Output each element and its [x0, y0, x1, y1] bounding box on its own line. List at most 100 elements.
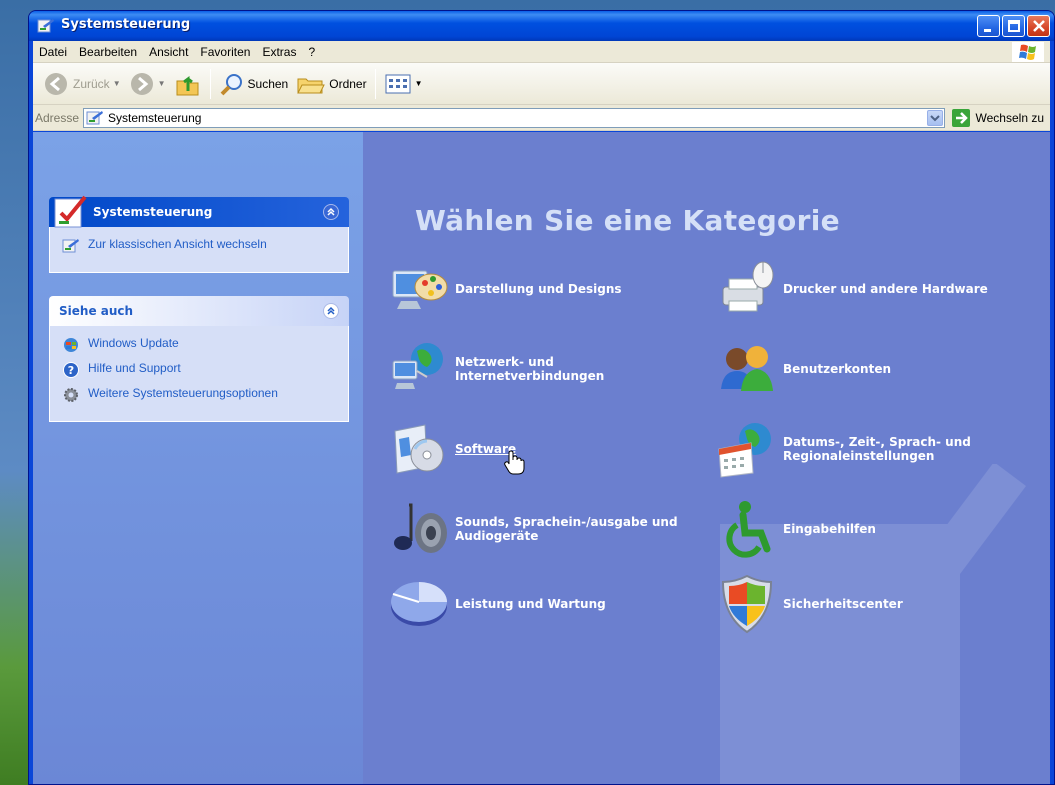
- go-button[interactable]: Wechseln zu: [951, 108, 1050, 128]
- category-performance-maintenance[interactable]: Leistung und Wartung: [387, 572, 606, 636]
- svg-text:?: ?: [68, 364, 74, 377]
- link-label: Hilfe und Support: [88, 361, 181, 375]
- content-area: Systemsteuerung Zur klassischen Ansicht …: [33, 132, 1050, 784]
- views-dropdown-icon[interactable]: ▼: [415, 79, 423, 88]
- control-panel-icon: [86, 110, 104, 124]
- close-button[interactable]: [1027, 15, 1050, 37]
- category-software[interactable]: Software: [387, 417, 516, 481]
- printer-icon: [722, 261, 774, 312]
- category-label: Netzwerk- und Internetverbindungen: [455, 355, 605, 383]
- forward-dropdown-icon[interactable]: ▼: [158, 79, 166, 88]
- panel-body: Zur klassischen Ansicht wechseln: [49, 227, 349, 273]
- up-folder-icon: [176, 75, 199, 95]
- performance-icon: [391, 582, 447, 626]
- address-dropdown-button[interactable]: [926, 109, 943, 126]
- category-date-time-region[interactable]: Datums-, Zeit-, Sprach- und Regionaleins…: [715, 417, 1023, 481]
- forward-arrow-icon: [130, 72, 153, 95]
- explorer-window: Systemsteuerung Datei Bearbeiten Ansicht…: [28, 10, 1055, 785]
- collapse-button[interactable]: [323, 303, 339, 319]
- go-arrow-icon: [951, 108, 970, 127]
- category-security-center[interactable]: Sicherheitscenter: [715, 572, 903, 636]
- back-button[interactable]: Zurück ▼: [39, 67, 125, 101]
- folders-button[interactable]: Ordner: [292, 67, 370, 101]
- menu-favoriten[interactable]: Favoriten: [194, 45, 256, 59]
- link-label: Windows Update: [88, 336, 179, 350]
- menu-help[interactable]: ?: [302, 45, 321, 59]
- category-label: Datums-, Zeit-, Sprach- und Regionaleins…: [783, 435, 971, 463]
- category-appearance[interactable]: Darstellung und Designs: [387, 257, 622, 321]
- standard-toolbar: Zurück ▼ ▼ Suchen Ordner ▼: [33, 63, 1050, 105]
- windows-logo-icon: [1012, 42, 1044, 62]
- maximize-button[interactable]: [1002, 15, 1025, 37]
- category-label: Leistung und Wartung: [455, 597, 606, 611]
- systemsteuerung-panel: Systemsteuerung Zur klassischen Ansicht …: [49, 195, 349, 273]
- link-label: Zur klassischen Ansicht wechseln: [88, 237, 267, 251]
- control-panel-large-icon: [54, 195, 87, 228]
- menu-bar: Datei Bearbeiten Ansicht Favoriten Extra…: [33, 41, 1050, 63]
- address-bar: Adresse Systemsteuerung Wechseln zu: [33, 105, 1050, 131]
- control-panel-icon: [62, 239, 79, 253]
- views-icon: [385, 74, 411, 93]
- panel-header[interactable]: Systemsteuerung: [49, 195, 349, 228]
- back-dropdown-icon[interactable]: ▼: [113, 79, 121, 88]
- menu-ansicht[interactable]: Ansicht: [143, 45, 194, 59]
- menu-datei[interactable]: Datei: [33, 45, 73, 59]
- address-input[interactable]: Systemsteuerung: [83, 107, 945, 128]
- panel-header[interactable]: Siehe auch: [49, 296, 349, 326]
- windows-update-link[interactable]: Windows Update: [62, 336, 338, 354]
- windows-update-icon: [64, 338, 78, 352]
- switch-classic-view-link[interactable]: Zur klassischen Ansicht wechseln: [62, 237, 338, 255]
- toolbar-separator: [209, 68, 211, 99]
- link-label: Weitere Systemsteuerungsoptionen: [88, 386, 278, 400]
- panel-title: Siehe auch: [59, 304, 134, 318]
- chevron-up-double-icon: [327, 207, 335, 216]
- task-pane: Systemsteuerung Zur klassischen Ansicht …: [33, 132, 363, 784]
- users-icon: [721, 346, 773, 391]
- security-shield-icon: [721, 574, 773, 634]
- software-icon: [394, 424, 444, 474]
- panel-title: Systemsteuerung: [93, 205, 213, 219]
- page-title: Wählen Sie eine Kategorie: [415, 204, 840, 237]
- close-icon: [1033, 20, 1045, 32]
- control-panel-icon: [37, 19, 54, 33]
- search-label: Suchen: [247, 76, 289, 91]
- category-sounds[interactable]: Sounds, Sprachein-/ausgabe und Audiogerä…: [387, 497, 695, 561]
- accessibility-icon: [726, 501, 771, 558]
- panel-body: Windows Update ? Hilfe und Support Weite…: [49, 326, 349, 422]
- address-value: Systemsteuerung: [108, 110, 202, 125]
- views-button[interactable]: ▼: [380, 67, 427, 101]
- gear-icon: [64, 388, 78, 402]
- category-printers-hardware[interactable]: Drucker und andere Hardware: [715, 257, 988, 321]
- search-button[interactable]: Suchen: [215, 67, 293, 101]
- menu-bearbeiten[interactable]: Bearbeiten: [73, 45, 143, 59]
- maximize-icon: [1008, 20, 1020, 32]
- category-label: Drucker und andere Hardware: [783, 282, 988, 296]
- category-label: Darstellung und Designs: [455, 282, 622, 296]
- category-label: Sounds, Sprachein-/ausgabe und Audiogerä…: [455, 515, 678, 543]
- search-icon: [220, 73, 242, 95]
- category-network[interactable]: Netzwerk- und Internetverbindungen: [387, 337, 695, 401]
- up-folder-button[interactable]: [170, 67, 206, 101]
- hand-cursor-icon: [504, 450, 525, 475]
- network-icon: [392, 343, 443, 389]
- category-label: Benutzerkonten: [783, 362, 892, 376]
- category-label: Eingabehilfen: [783, 522, 876, 536]
- category-accessibility[interactable]: Eingabehilfen: [715, 497, 876, 561]
- chevron-down-icon: [929, 114, 940, 121]
- title-bar[interactable]: Systemsteuerung: [29, 11, 1054, 41]
- menu-extras[interactable]: Extras: [256, 45, 302, 59]
- back-arrow-icon: [45, 72, 67, 95]
- help-support-link[interactable]: ? Hilfe und Support: [62, 361, 338, 379]
- address-label: Adresse: [35, 110, 80, 125]
- category-user-accounts[interactable]: Benutzerkonten: [715, 337, 891, 401]
- forward-button[interactable]: ▼: [125, 67, 170, 101]
- folders-label: Ordner: [329, 76, 367, 91]
- go-label: Wechseln zu: [975, 110, 1044, 125]
- more-options-link[interactable]: Weitere Systemsteuerungsoptionen: [62, 386, 338, 404]
- help-icon: ?: [63, 362, 79, 378]
- back-label: Zurück: [73, 76, 110, 91]
- collapse-button[interactable]: [323, 204, 339, 220]
- minimize-icon: [984, 29, 991, 32]
- minimize-button[interactable]: [977, 15, 1000, 37]
- folders-icon: [297, 78, 326, 93]
